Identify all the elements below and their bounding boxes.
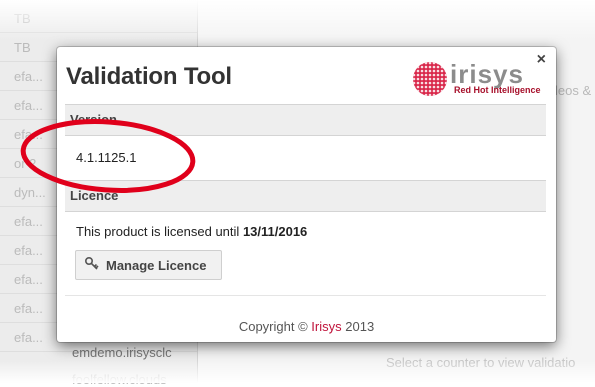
licence-text-prefix: This product is licensed until xyxy=(76,224,240,239)
copyright-year: 2013 xyxy=(345,319,375,334)
key-icon xyxy=(84,256,100,275)
licence-section-header: Licence xyxy=(65,180,546,212)
fade-overlay-top xyxy=(0,0,595,40)
version-value: 4.1.1125.1 xyxy=(76,150,137,165)
copyright-prefix: Copyright © xyxy=(238,319,308,334)
footer-divider xyxy=(65,295,546,296)
validation-tool-dialog: Validation Tool × irisys Red Hot Intelli… xyxy=(57,47,556,342)
copyright-footer: Copyright © Irisys 2013 xyxy=(57,319,556,334)
close-button[interactable]: × xyxy=(537,52,546,68)
background-partial-text: leos & xyxy=(555,83,592,98)
manage-licence-label: Manage Licence xyxy=(106,258,207,273)
irisys-link[interactable]: Irisys xyxy=(311,319,341,334)
licence-expiry-date: 13/11/2016 xyxy=(242,224,308,239)
version-section-header: Version xyxy=(65,104,546,136)
version-heading: Version xyxy=(70,112,117,127)
fade-overlay-bottom xyxy=(0,361,595,383)
logo-tagline: Red Hot Intelligence xyxy=(454,85,541,95)
irisys-logo-emblem xyxy=(413,62,447,96)
licence-heading: Licence xyxy=(70,188,119,203)
irisys-logo: irisys Red Hot Intelligence xyxy=(412,59,541,99)
dialog-title: Validation Tool xyxy=(66,63,232,90)
background-host-name: emdemo.irisysclc xyxy=(72,345,172,360)
licence-status-text: This product is licensed until 13/11/201… xyxy=(76,224,307,239)
manage-licence-button[interactable]: Manage Licence xyxy=(75,250,222,280)
